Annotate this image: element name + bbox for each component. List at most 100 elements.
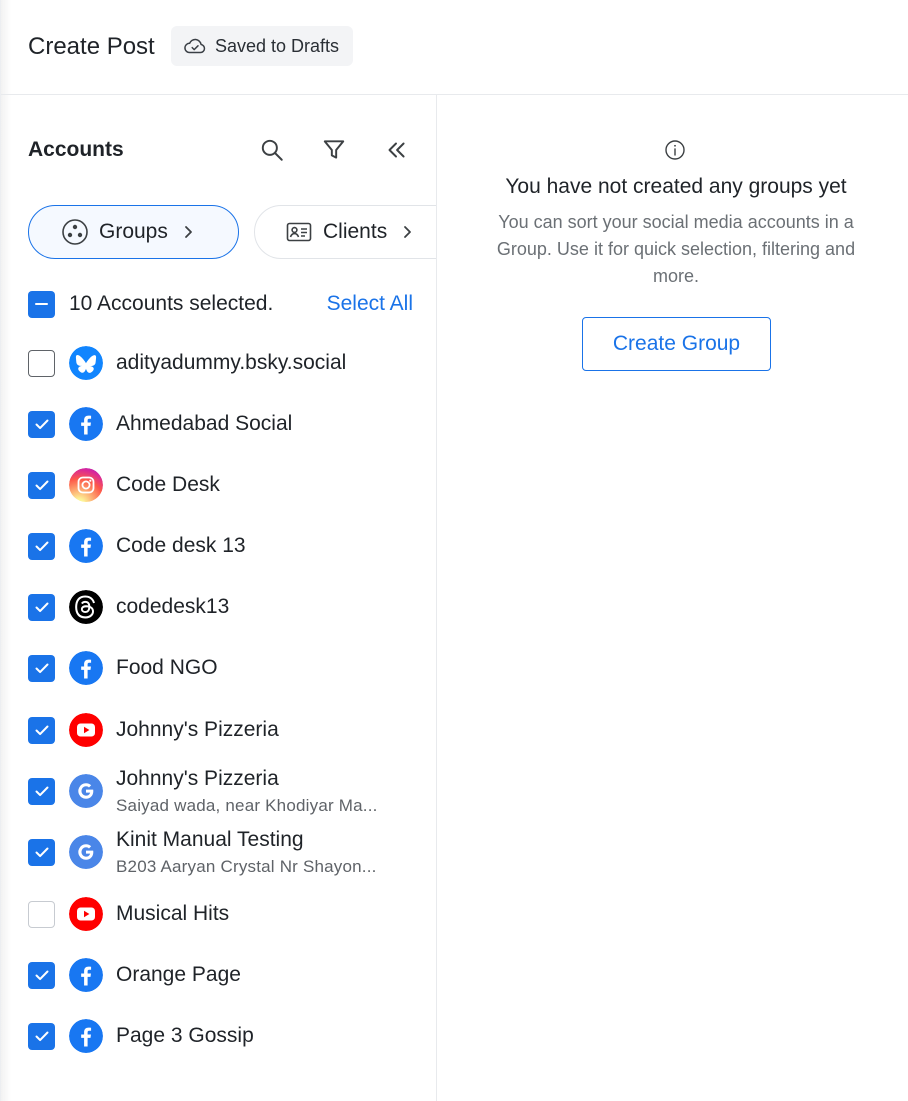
account-row[interactable]: Code Desk [28, 457, 428, 513]
groups-icon [62, 219, 88, 245]
account-name: Code Desk [116, 473, 220, 496]
checkmark-icon [35, 970, 48, 981]
account-name: Johnny's Pizzeria [116, 718, 279, 741]
account-checkbox[interactable] [28, 716, 55, 744]
groups-chip[interactable]: Groups [28, 205, 239, 259]
chevron-right-icon [404, 226, 412, 238]
account-row[interactable]: Page 3 Gossip [28, 1008, 428, 1064]
account-row[interactable]: Orange Page [28, 947, 428, 1003]
account-checkbox[interactable] [28, 838, 55, 866]
account-text: Code desk 13 [116, 534, 246, 558]
create-group-button[interactable]: Create Group [582, 317, 771, 371]
filter-button[interactable] [319, 135, 349, 165]
account-checkbox[interactable] [28, 654, 55, 682]
draft-status-badge: Saved to Drafts [171, 26, 354, 66]
selection-summary: 10 Accounts selected. Select All [28, 289, 413, 319]
select-indeterminate-checkbox[interactable] [28, 290, 55, 318]
collapse-double-chevron-icon [388, 142, 405, 158]
account-checkbox[interactable] [28, 777, 55, 805]
google-icon [69, 774, 103, 808]
filter-icon [323, 140, 345, 159]
draft-status-text: Saved to Drafts [215, 35, 340, 56]
info-icon [665, 140, 685, 160]
clients-chip[interactable]: Clients [254, 205, 436, 259]
account-name: Musical Hits [116, 902, 230, 925]
account-checkbox[interactable] [28, 961, 55, 989]
instagram-icon [69, 468, 103, 502]
checkmark-icon [35, 602, 48, 613]
account-row[interactable]: Musical Hits [28, 886, 428, 942]
facebook-icon [69, 651, 103, 685]
account-name: Kinit Manual Testing [116, 827, 304, 851]
account-text: Code Desk [116, 473, 220, 497]
youtube-icon [69, 897, 103, 931]
account-row[interactable]: Kinit Manual Testing B203 Aaryan Crystal … [28, 824, 428, 880]
account-checkbox[interactable] [28, 593, 55, 621]
checkmark-icon [35, 786, 48, 797]
checkmark-icon [35, 1031, 48, 1042]
facebook-icon [69, 529, 103, 563]
account-address: Saiyad wada, near Khodiyar Ma... [116, 795, 378, 815]
youtube-icon [69, 713, 103, 747]
accounts-title: Accounts [28, 138, 124, 161]
id-card-icon [286, 222, 312, 242]
account-name: Page 3 Gossip [116, 1024, 254, 1047]
account-text: Ahmedabad Social [116, 412, 292, 436]
account-name: codedesk13 [116, 595, 230, 618]
facebook-icon [69, 407, 103, 441]
facebook-icon [69, 958, 103, 992]
google-icon [69, 835, 103, 869]
account-checkbox[interactable] [28, 410, 55, 438]
checkmark-icon [35, 725, 48, 736]
account-row[interactable]: Food NGO [28, 640, 428, 696]
empty-state-description: You can sort your social media accounts … [496, 212, 856, 286]
selected-count-text: 10 Accounts selected. [69, 292, 274, 315]
account-text: Johnny's Pizzeria [116, 718, 279, 742]
account-checkbox[interactable] [28, 1022, 55, 1050]
search-icon [261, 139, 283, 161]
create-post-window: Create Post Saved to Drafts Accounts Gro… [0, 0, 908, 1101]
checkmark-icon [35, 541, 48, 552]
empty-state-title: You have not created any groups yet [505, 175, 847, 198]
account-row[interactable]: Ahmedabad Social [28, 396, 428, 452]
search-button[interactable] [257, 135, 287, 165]
checkmark-icon [35, 847, 48, 858]
header: Create Post Saved to Drafts [1, 0, 908, 95]
account-row[interactable]: codedesk13 [28, 579, 428, 635]
chevron-right-icon [184, 226, 192, 238]
account-row[interactable]: Code desk 13 [28, 518, 428, 574]
accounts-panel: Accounts Groups Clients 10 Accounts sele… [1, 95, 437, 1101]
groups-chip-label: Groups [99, 220, 168, 243]
account-row[interactable]: Johnny's Pizzeria Saiyad wada, near Khodi… [28, 763, 428, 819]
page-title: Create Post [28, 33, 155, 60]
account-text: adityadummy.bsky.social [116, 351, 346, 375]
facebook-icon [69, 1019, 103, 1053]
account-text: Food NGO [116, 656, 218, 680]
account-text: codedesk13 [116, 595, 229, 619]
account-address: B203 Aaryan Crystal Nr Shayon... [116, 856, 377, 876]
account-text: Page 3 Gossip [116, 1024, 254, 1048]
select-all-link[interactable]: Select All [327, 292, 413, 316]
account-name: Johnny's Pizzeria [116, 766, 279, 790]
account-name: Orange Page [116, 963, 241, 986]
account-row[interactable]: Johnny's Pizzeria [28, 702, 428, 758]
checkmark-icon [35, 419, 48, 430]
collapse-panel-button[interactable] [381, 135, 411, 165]
account-name: adityadummy.bsky.social [116, 351, 347, 374]
account-checkbox[interactable] [28, 900, 55, 928]
threads-icon [69, 590, 103, 624]
checkmark-icon [35, 480, 48, 491]
account-checkbox[interactable] [28, 471, 55, 499]
account-text: Johnny's Pizzeria Saiyad wada, near Khodi… [116, 767, 406, 816]
groups-empty-panel: You have not created any groups yet You … [438, 95, 908, 1101]
account-name: Code desk 13 [116, 534, 246, 557]
account-checkbox[interactable] [28, 532, 55, 560]
account-row[interactable]: adityadummy.bsky.social [28, 335, 428, 391]
clients-chip-label: Clients [323, 220, 388, 243]
checkmark-icon [35, 663, 48, 674]
account-checkbox[interactable] [28, 349, 55, 377]
account-name: Ahmedabad Social [116, 412, 293, 435]
account-text: Orange Page [116, 963, 241, 987]
cloud-check-icon [184, 38, 206, 54]
account-text: Kinit Manual Testing B203 Aaryan Crystal … [116, 828, 406, 877]
